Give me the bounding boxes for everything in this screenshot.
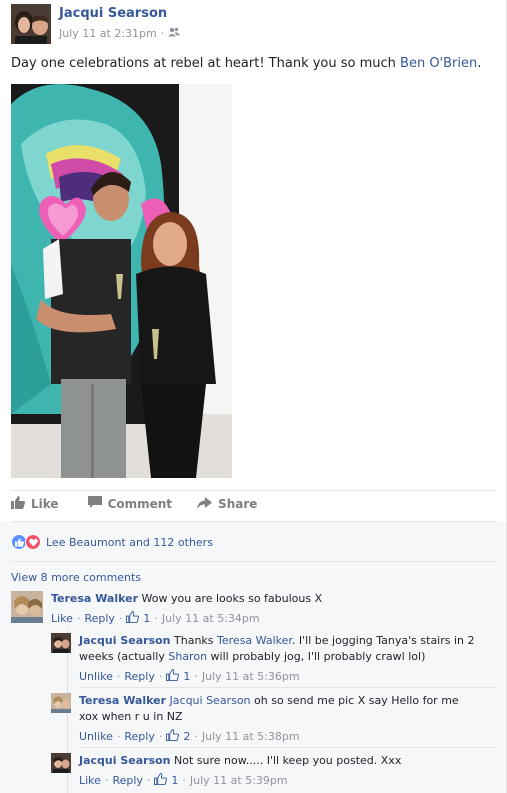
friends-icon[interactable] [168,27,181,40]
reply: Teresa Walker Jacqui Searson oh so send … [51,693,501,745]
reactions-text[interactable]: Lee Beaumont and 112 others [46,536,213,549]
reply-reply-link[interactable]: Reply [112,774,142,787]
meta-separator: · [160,27,165,40]
comment-like-link[interactable]: Like [51,612,73,625]
reactions-summary[interactable]: Lee Beaumont and 112 others [11,534,213,550]
thumbs-up-icon[interactable] [166,728,180,744]
commenter-avatar[interactable] [11,591,43,623]
comment-text: Wow you are looks so fabulous X [141,592,323,605]
replier-name[interactable]: Teresa Walker [79,694,166,707]
comment-reply-link[interactable]: Reply [84,612,114,625]
view-more-comments[interactable]: View 8 more comments [11,571,141,584]
comment-icon [87,496,102,512]
reply-reply-link[interactable]: Reply [124,670,154,683]
thumbs-up-icon[interactable] [166,668,180,684]
author-name[interactable]: Jacqui Searson [59,6,167,21]
reply-time[interactable]: July 11 at 5:38pm [202,730,300,743]
reply-reply-link[interactable]: Reply [124,730,154,743]
reply-body: Jacqui Searson Not sure now..... I'll ke… [79,753,479,769]
reply-mention[interactable]: Teresa Walker [217,634,292,647]
post-text: Day one celebrations at rebel at heart! … [11,56,481,71]
reply: Jacqui Searson Thanks Teresa Walker. I'l… [51,633,501,685]
post-mention[interactable]: Ben O'Brien [400,56,477,71]
divider [11,521,496,522]
reply-unlike-link[interactable]: Unlike [79,730,113,743]
reply-footer: Unlike · Reply · 1 · July 11 at 5:36pm [79,668,300,684]
reply-like-link[interactable]: Like [79,774,101,787]
reply-mention[interactable]: Jacqui Searson [170,694,251,707]
replier-avatar[interactable] [51,753,71,773]
reply-body: Teresa Walker Jacqui Searson oh so send … [79,693,469,725]
reply-like-count[interactable]: 1 [171,774,178,787]
post-text-before: Day one celebrations at rebel at heart! … [11,56,401,71]
reply: Jacqui Searson Not sure now..... I'll ke… [51,753,501,791]
divider [11,490,496,491]
comment-button[interactable]: Comment [87,496,173,512]
thumbs-up-icon[interactable] [154,772,168,788]
reply-like-count[interactable]: 2 [183,730,190,743]
facebook-post: Jacqui Searson July 11 at 2:31pm · Day o… [0,0,507,793]
comment-like-count[interactable]: 1 [143,612,150,625]
reply-text: Not sure now..... I'll keep you posted. … [174,754,402,767]
like-label: Like [31,497,59,511]
replier-avatar[interactable] [51,633,71,653]
reply-footer: Like · Reply · 1 · July 11 at 5:39pm [79,772,288,788]
share-button[interactable]: Share [197,496,257,512]
thumbs-up-icon [11,496,25,512]
reply-body: Jacqui Searson Thanks Teresa Walker. I'l… [79,633,479,665]
replier-avatar[interactable] [51,693,71,713]
divider [79,687,496,688]
reply-time[interactable]: July 11 at 5:36pm [202,670,300,683]
replier-name[interactable]: Jacqui Searson [79,754,171,767]
commenter-name[interactable]: Teresa Walker [51,592,138,605]
divider [11,561,496,562]
divider [79,747,496,748]
post-meta: July 11 at 2:31pm · [59,27,181,40]
replier-name[interactable]: Jacqui Searson [79,634,171,647]
post-timestamp[interactable]: July 11 at 2:31pm [59,27,157,40]
comment-body: Teresa Walker Wow you are looks so fabul… [51,591,491,607]
comment: Teresa Walker Wow you are looks so fabul… [11,591,501,627]
reply-unlike-link[interactable]: Unlike [79,670,113,683]
post-text-after: . [477,56,482,71]
comment-time[interactable]: July 11 at 5:34pm [162,612,260,625]
reply-footer: Unlike · Reply · 2 · July 11 at 5:38pm [79,728,300,744]
author-avatar[interactable] [11,4,51,44]
share-icon [197,496,213,512]
love-reaction-icon [25,534,41,550]
post-photo[interactable] [11,84,232,478]
reply-mention[interactable]: Sharon [168,650,207,663]
reply-like-count[interactable]: 1 [183,670,190,683]
like-button[interactable]: Like [11,496,59,512]
thumbs-up-icon[interactable] [126,610,140,626]
share-label: Share [218,497,258,511]
reply-time[interactable]: July 11 at 5:39pm [190,774,288,787]
reply-text: will probably jog, I'll probably crawl l… [207,650,426,663]
comment-label: Comment [107,497,173,511]
reply-text: Thanks [174,634,218,647]
comment-footer: Like · Reply · 1 · July 11 at 5:34pm [51,610,260,626]
post-actions: Like Comment Share [11,496,282,512]
